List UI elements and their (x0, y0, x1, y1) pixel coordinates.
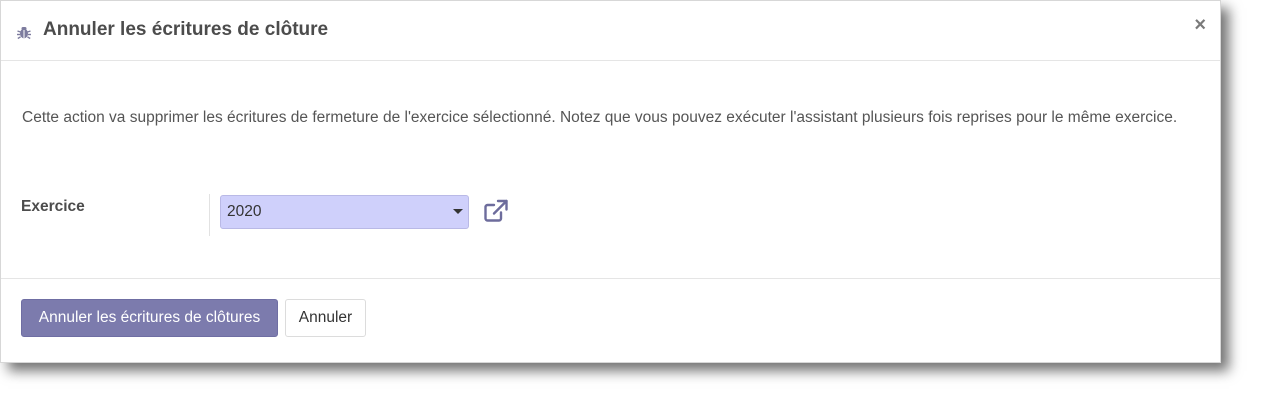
confirm-cancel-closing-button[interactable]: Annuler les écritures de clôtures (21, 299, 278, 337)
field-separator (209, 194, 210, 236)
modal-body: Cette action va supprimer les écritures … (1, 61, 1220, 278)
cancel-button[interactable]: Annuler (285, 299, 366, 337)
fiscal-year-value: 2020 (227, 203, 262, 220)
bug-icon (17, 27, 31, 40)
modal-title: Annuler les écritures de clôture (43, 19, 329, 40)
external-link-icon[interactable] (483, 199, 509, 223)
modal-dialog: Annuler les écritures de clôture × Cette… (0, 0, 1221, 363)
description-text: Cette action va supprimer les écritures … (22, 109, 1178, 126)
chevron-down-icon (453, 209, 463, 214)
modal-footer: Annuler les écritures de clôtures Annule… (1, 278, 1220, 363)
close-icon[interactable]: × (1194, 15, 1206, 35)
fiscal-year-select[interactable]: 2020 (220, 195, 469, 229)
modal-header: Annuler les écritures de clôture × (1, 1, 1220, 61)
fiscal-year-label: Exercice (21, 198, 85, 215)
